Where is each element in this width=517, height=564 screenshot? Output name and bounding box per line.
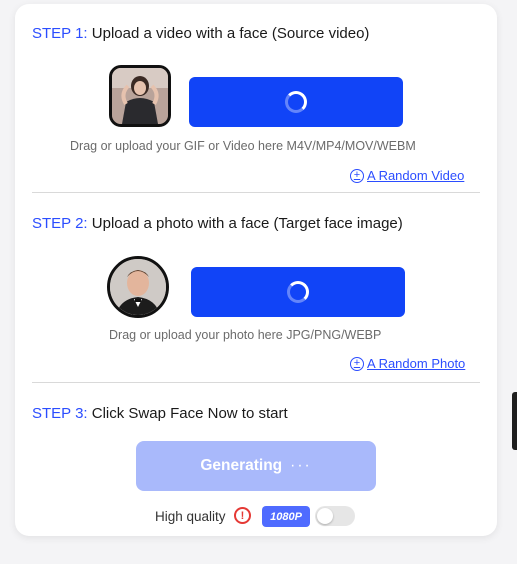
- plus-circle-icon: +: [350, 356, 364, 371]
- step1-number: STEP 1:: [32, 25, 88, 42]
- high-quality-toggle[interactable]: [315, 506, 355, 526]
- source-video-thumbnail[interactable]: [109, 65, 171, 127]
- step2-title: STEP 2: Upload a photo with a face (Targ…: [32, 215, 403, 232]
- plus-circle-icon: +: [350, 168, 364, 183]
- upload-photo-button[interactable]: [191, 267, 405, 317]
- target-face-thumbnail[interactable]: [107, 256, 169, 318]
- random-video-link[interactable]: + A Random Video: [350, 168, 464, 183]
- loading-dots: ···: [290, 457, 312, 474]
- generate-label: Generating: [200, 457, 283, 474]
- step1-title: STEP 1: Upload a video with a face (Sour…: [32, 25, 369, 42]
- step1-text: Upload a video with a face (Source video…: [91, 25, 370, 42]
- random-photo-label: A Random Photo: [367, 356, 466, 371]
- step2-text: Upload a photo with a face (Target face …: [91, 215, 403, 232]
- loading-spinner-icon: [287, 281, 309, 303]
- upload-video-button[interactable]: [189, 77, 403, 127]
- step3-title: STEP 3: Click Swap Face Now to start: [32, 405, 288, 422]
- generate-button[interactable]: Generating ···: [136, 441, 376, 491]
- random-photo-link[interactable]: + A Random Photo: [350, 356, 465, 371]
- video-format-hint: Drag or upload your GIF or Video here M4…: [70, 139, 416, 153]
- scrollbar-edge: [512, 392, 517, 450]
- woman-portrait-image: [112, 68, 168, 124]
- loading-spinner-icon: [285, 91, 307, 113]
- warning-icon[interactable]: !: [234, 507, 251, 524]
- resolution-badge: 1080P: [262, 506, 310, 527]
- step2-number: STEP 2:: [32, 215, 88, 232]
- divider: [32, 192, 480, 193]
- random-video-label: A Random Video: [367, 168, 465, 183]
- step3-text: Click Swap Face Now to start: [91, 405, 288, 422]
- step3-number: STEP 3:: [32, 405, 88, 422]
- high-quality-label: High quality: [155, 509, 226, 524]
- toggle-knob: [317, 508, 333, 524]
- photo-format-hint: Drag or upload your photo here JPG/PNG/W…: [109, 328, 382, 342]
- man-portrait-image: [110, 259, 166, 315]
- divider: [32, 382, 480, 383]
